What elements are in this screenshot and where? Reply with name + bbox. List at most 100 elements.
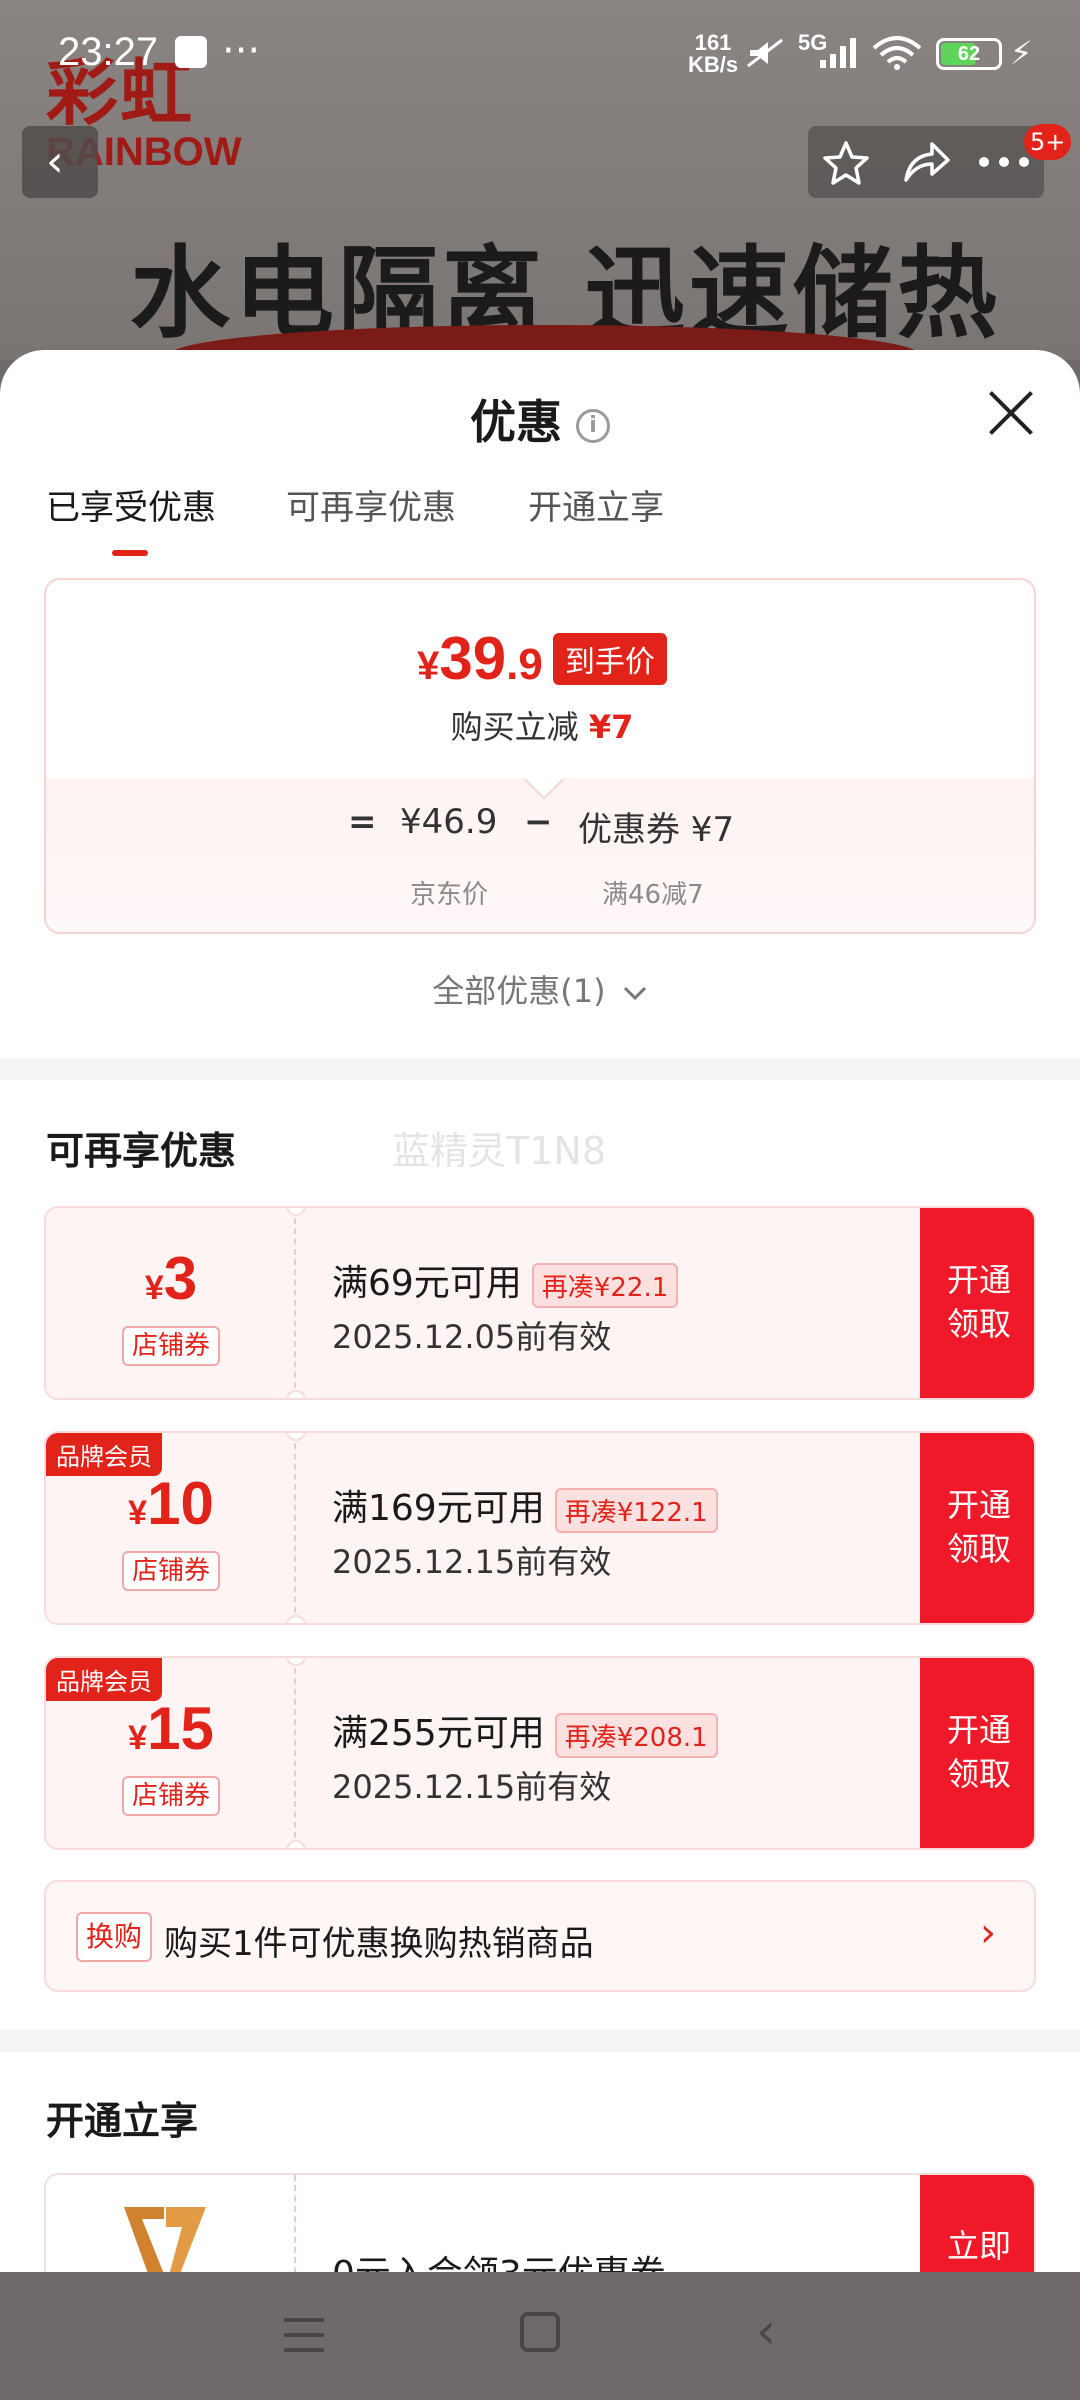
coupon-type-tag: 店铺券 (122, 1326, 220, 1366)
member-join-button[interactable]: 立即 (920, 2175, 1034, 2275)
message-count-badge: 5+ (1024, 124, 1072, 160)
final-price: ¥39.9 (417, 625, 543, 692)
info-icon[interactable]: i (576, 408, 610, 443)
jd-price: ¥46.9 (400, 802, 498, 842)
claim-button-line2: 领取 (946, 1755, 1011, 1793)
network-rate-unit: KB/s (688, 52, 739, 77)
coupon-card: 品牌会员 ¥10 店铺券 满169元可用 再凑¥122.1 2025.12.15前… (44, 1431, 1036, 1625)
coupon-condition-text: 满69元可用 (332, 1263, 522, 1304)
claim-button-line1: 开通 (946, 1261, 1011, 1299)
sheet-title-row: 优惠 i (0, 386, 1080, 452)
coupon-type-tag: 店铺券 (122, 1551, 220, 1591)
jd-price-caption: 京东价 (410, 880, 489, 910)
coupon-claim-button[interactable]: 开通 领取 (920, 1433, 1034, 1623)
top-action-group (808, 126, 1044, 198)
home-app-icon (175, 36, 207, 68)
status-time: 23:27 (58, 30, 159, 74)
coupon-claim-button[interactable]: 开通 领取 (920, 1658, 1034, 1848)
coupon-condition-text: 满169元可用 (332, 1488, 545, 1529)
more-dots-icon[interactable] (978, 156, 1030, 168)
chevron-left-icon: ‹ (46, 136, 64, 187)
star-icon[interactable] (822, 140, 870, 186)
cell-signal-icon (820, 38, 856, 68)
coupon-card: ¥3 店铺券 满69元可用 再凑¥22.1 2025.12.05前有效 开通 领取 (44, 1206, 1036, 1400)
coupon-discount: 优惠券 ¥7 (578, 810, 735, 850)
close-icon[interactable] (984, 386, 1038, 440)
reduction-value: ¥7 (588, 708, 634, 746)
member-offer-text: 0元入会领3元优惠券 (332, 2254, 666, 2275)
coupon-currency: ¥ (128, 1494, 148, 1532)
battery-percent: 62 (957, 43, 981, 65)
coupon-amount: ¥3 (46, 1244, 296, 1313)
minus-sign: − (524, 802, 553, 842)
system-nav-bar: ‹ (0, 2272, 1080, 2400)
coupon-claim-button[interactable]: 开通 领取 (920, 1208, 1034, 1398)
coupon-condition: 满255元可用 再凑¥208.1 (332, 1704, 718, 1758)
back-button[interactable]: ‹ (22, 126, 98, 198)
coupon-expiry: 2025.12.15前有效 (332, 1543, 612, 1581)
coupon-amount-area: ¥3 店铺券 (46, 1208, 296, 1398)
swap-purchase-row[interactable]: 换购 购买1件可优惠换购热销商品 › (44, 1880, 1036, 1992)
swap-tag: 换购 (76, 1912, 153, 1962)
coupon-amount-value: 15 (147, 1695, 214, 1762)
coupon-notch (286, 1840, 306, 1848)
network-rate-value: 161 (694, 30, 732, 55)
coupon-condition-text: 满255元可用 (332, 1713, 545, 1754)
mute-icon (747, 38, 783, 68)
coupon-condition: 满69元可用 再凑¥22.1 (332, 1254, 679, 1308)
claim-button-line2: 领取 (946, 1305, 1011, 1343)
final-price-tag: 到手价 (552, 632, 667, 685)
watermark: 蓝精灵T1N8 (392, 1129, 606, 1173)
currency-symbol: ¥ (417, 644, 440, 688)
final-price-row: ¥39.9 到手价 (46, 624, 1034, 693)
wifi-icon (872, 36, 922, 70)
all-promotions-label: 全部优惠(1) (432, 972, 606, 1010)
coupon-gap-tag: 再凑¥208.1 (554, 1712, 718, 1758)
coupon-currency: ¥ (128, 1719, 148, 1757)
network-rate: 161 KB/s (688, 32, 738, 76)
price-summary-card: ¥39.9 到手价 购买立减 ¥7 = ¥46.9 − 优惠券 ¥7 京东价 满4… (44, 578, 1036, 934)
member-offer-card: 0元入会领3元优惠券 立即 (44, 2173, 1036, 2275)
coupon-caption: 满46减7 (602, 880, 704, 910)
claim-button-line1: 开通 (946, 1486, 1011, 1524)
claim-button-line2: 领取 (946, 1530, 1011, 1568)
tab-reenjoy[interactable]: 可再享优惠 (286, 480, 456, 529)
coupon-amount: ¥15 (46, 1694, 296, 1763)
active-tab-indicator (112, 550, 148, 556)
brand-member-tag: 品牌会员 (46, 1433, 162, 1476)
tab-enjoyed[interactable]: 已享受优惠 (46, 480, 216, 529)
all-promotions-toggle[interactable]: 全部优惠(1) (0, 966, 1080, 1012)
charging-icon: ⚡ (1010, 34, 1033, 72)
brand-member-tag: 品牌会员 (46, 1658, 162, 1701)
promotion-sheet: 优惠 i 已享受优惠 可再享优惠 开通立享 ¥39.9 到手价 购买立减 ¥7 = … (0, 350, 1080, 2275)
coupon-type-tag: 店铺券 (122, 1776, 220, 1816)
coupon-gap-tag: 再凑¥122.1 (554, 1487, 718, 1533)
member-section-title: 开通立享 (46, 2099, 199, 2143)
battery-icon: 62 (936, 38, 1002, 70)
reenjoy-section-title: 可再享优惠 (46, 1129, 237, 1173)
section-divider (0, 2030, 1080, 2052)
coupon-gap-tag: 再凑¥22.1 (531, 1262, 679, 1308)
chevron-down-icon (623, 986, 646, 1001)
share-icon[interactable] (902, 140, 952, 184)
coupon-expiry: 2025.12.15前有效 (332, 1768, 612, 1806)
tab-open-enjoy[interactable]: 开通立享 (528, 480, 664, 529)
status-bar: 23:27 ··· 161 KB/s 5G 62 ⚡ (0, 0, 1080, 110)
price-decimal: .9 (506, 640, 543, 689)
member-logo-area (46, 2175, 296, 2275)
coupon-notch (286, 1390, 306, 1398)
section-divider (0, 1058, 1080, 1080)
status-more-icon: ··· (222, 28, 261, 74)
sheet-title: 优惠 (470, 395, 562, 449)
price-integer: 39 (439, 625, 507, 692)
menu-icon[interactable] (284, 2318, 324, 2354)
coupon-notch (286, 1615, 306, 1623)
back-icon[interactable]: ‹ (756, 2302, 776, 2360)
reduction-label: 购买立减 (450, 708, 579, 746)
coupon-amount-value: 3 (163, 1245, 198, 1312)
coupon-currency: ¥ (144, 1269, 164, 1307)
home-icon[interactable] (520, 2312, 560, 2352)
chevron-right-icon: › (980, 1910, 996, 1956)
coupon-card: 品牌会员 ¥15 店铺券 满255元可用 再凑¥208.1 2025.12.15前… (44, 1656, 1036, 1850)
equals-sign: = (348, 802, 377, 842)
